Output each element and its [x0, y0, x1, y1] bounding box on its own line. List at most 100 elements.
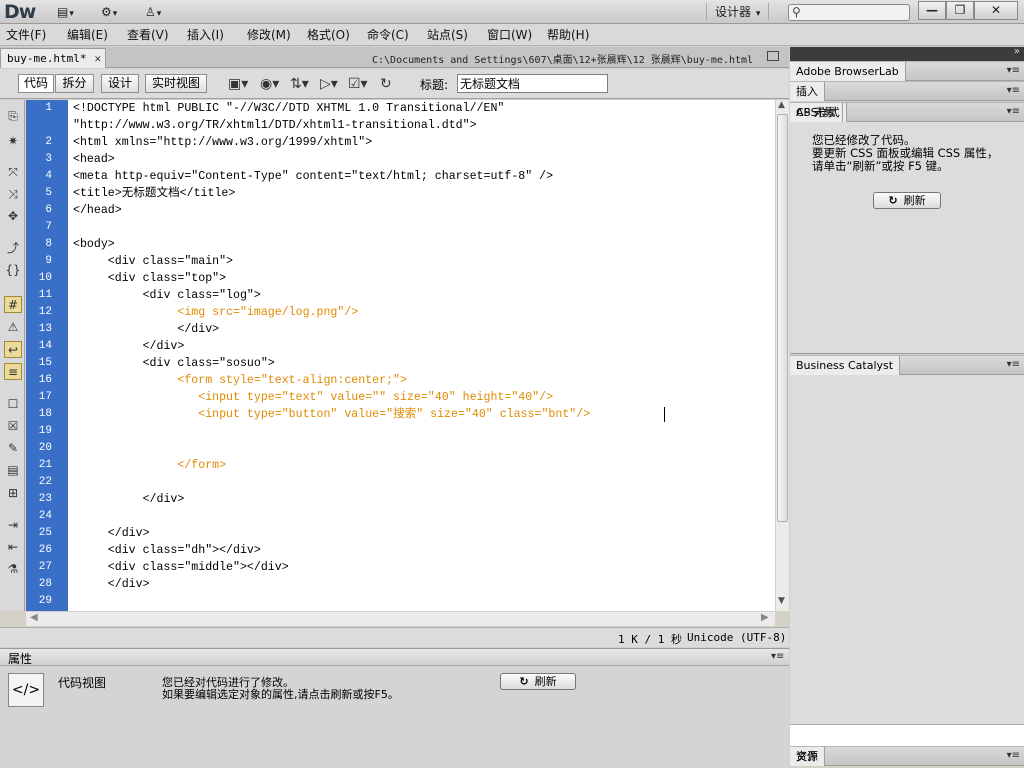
properties-panel-header[interactable]: 属性 ▾≡	[0, 648, 789, 666]
code-line[interactable]: <head>	[73, 151, 115, 168]
menu-modify[interactable]: 修改(M)	[247, 27, 291, 43]
insert-panel-header[interactable]: 插入 ▾≡	[790, 81, 1024, 101]
w3c-validation-icon[interactable]: ▷▾	[320, 75, 338, 93]
show-code-navigator-icon[interactable]: ✷	[4, 133, 22, 150]
menu-site[interactable]: 站点(S)	[427, 27, 468, 43]
code-line[interactable]: "http://www.w3.org/TR/xhtml1/DTD/xhtml1-…	[73, 117, 477, 134]
open-documents-icon[interactable]: ⎘	[4, 108, 22, 125]
collapse-full-tag-icon[interactable]: ⤧	[4, 164, 22, 181]
panel-menu-icon[interactable]: ▾≡	[771, 651, 784, 662]
tab-assets[interactable]: 资源	[790, 747, 825, 766]
collapse-selection-icon[interactable]: ⤨	[4, 186, 22, 203]
close-tab-icon[interactable]: ✕	[94, 52, 101, 65]
remove-comment-icon[interactable]: ☒	[4, 418, 22, 435]
tab-ap-elements[interactable]: AP 元素	[790, 103, 843, 122]
preview-browser-icon[interactable]: ◉▾	[260, 75, 279, 93]
panel-menu-icon[interactable]: ▾≡	[1007, 106, 1020, 117]
code-line[interactable]: <div class="sosuo">	[73, 355, 275, 372]
restore-window-icon[interactable]	[767, 51, 779, 61]
tab-insert[interactable]: 插入	[790, 82, 825, 101]
code-line[interactable]: <div class="top">	[73, 270, 226, 287]
refresh-icon[interactable]: ↻	[380, 75, 392, 93]
code-editor[interactable]: <!DOCTYPE html PUBLIC "-//W3C//DTD XHTML…	[68, 100, 775, 611]
vertical-scrollbar[interactable]: ▲ ▼	[775, 100, 789, 611]
code-line[interactable]: <div class="middle"></div>	[73, 559, 289, 576]
panel-menu-icon[interactable]: ▾≡	[1007, 359, 1020, 370]
code-line[interactable]: <html xmlns="http://www.w3.org/1999/xhtm…	[73, 134, 372, 151]
file-management-icon[interactable]: ⇅▾	[290, 75, 309, 93]
extend-dreamweaver-button[interactable]: ⚙▾	[101, 4, 117, 21]
code-line[interactable]: </div>	[73, 491, 185, 508]
horizontal-scrollbar[interactable]: ◀ ▶	[26, 611, 775, 626]
menu-view[interactable]: 查看(V)	[127, 27, 169, 43]
balance-braces-icon[interactable]: {}	[4, 262, 22, 279]
select-parent-tag-icon[interactable]: ⤴	[4, 240, 22, 257]
live-view-button[interactable]: 实时视图	[145, 74, 207, 93]
menu-insert[interactable]: 插入(I)	[187, 27, 224, 43]
code-line[interactable]: <body>	[73, 236, 115, 253]
highlight-invalid-code-icon[interactable]: ⚠	[4, 319, 22, 336]
code-line[interactable]: <!DOCTYPE html PUBLIC "-//W3C//DTD XHTML…	[73, 100, 504, 117]
business-catalyst-panel-header[interactable]: Business Catalyst ▾≡	[790, 355, 1024, 375]
code-line[interactable]: </div>	[73, 338, 185, 355]
menu-window[interactable]: 窗口(W)	[487, 27, 532, 43]
split-view-button[interactable]: 拆分	[55, 74, 94, 93]
code-line[interactable]: </div>	[73, 321, 219, 338]
panel-menu-icon[interactable]: ▾≡	[1007, 750, 1020, 761]
maximize-button[interactable]: ❐	[946, 1, 974, 20]
recent-snippets-icon[interactable]: ▤	[4, 462, 22, 479]
apply-comment-icon[interactable]: ☐	[4, 396, 22, 413]
design-view-button[interactable]: 设计	[101, 74, 139, 93]
menu-edit[interactable]: 编辑(E)	[67, 27, 108, 43]
line-numbers-icon[interactable]: #	[4, 296, 22, 313]
indent-code-icon[interactable]: ⇥	[4, 517, 22, 534]
help-search-input[interactable]: ⚲	[788, 4, 910, 21]
panel-menu-icon[interactable]: ▾≡	[1007, 65, 1020, 76]
panel-menu-icon[interactable]: ▾≡	[1007, 85, 1020, 96]
code-line[interactable]: <div class="log">	[73, 287, 261, 304]
word-wrap-icon[interactable]: ↩	[4, 341, 22, 358]
document-tab[interactable]: buy-me.html* ✕	[0, 48, 107, 68]
properties-refresh-button[interactable]: ↻ 刷新	[500, 673, 576, 690]
multiscreen-icon[interactable]: ▣▾	[228, 75, 248, 93]
code-line[interactable]: <form style="text-align:center;">	[73, 372, 407, 389]
collapse-panels-icon[interactable]: »	[1014, 46, 1020, 57]
move-css-icon[interactable]: ⊞	[4, 485, 22, 502]
code-line[interactable]: </div>	[73, 576, 150, 593]
tab-business-catalyst[interactable]: Business Catalyst	[790, 356, 901, 375]
browserlab-panel-header[interactable]: Adobe BrowserLab ▾≡	[790, 61, 1024, 81]
code-line[interactable]: <div class="dh"></div>	[73, 542, 261, 559]
code-line[interactable]: </form>	[73, 457, 226, 474]
menu-format[interactable]: 格式(O)	[307, 27, 350, 43]
code-line[interactable]: </div>	[73, 525, 150, 542]
scroll-down-icon[interactable]: ▼	[778, 596, 785, 606]
scroll-left-icon[interactable]: ◀	[30, 612, 38, 623]
site-menu-button[interactable]: ♙▾	[145, 4, 161, 21]
close-button[interactable]: ✕	[974, 1, 1018, 20]
outdent-code-icon[interactable]: ⇤	[4, 539, 22, 556]
menu-file[interactable]: 文件(F)	[6, 27, 46, 43]
code-line[interactable]: <input type="text" value="" size="40" he…	[73, 389, 553, 406]
menu-commands[interactable]: 命令(C)	[367, 27, 409, 43]
tab-browserlab[interactable]: Adobe BrowserLab	[790, 62, 906, 81]
code-line[interactable]: <div class="main">	[73, 253, 233, 270]
menu-help[interactable]: 帮助(H)	[547, 27, 589, 43]
scroll-right-icon[interactable]: ▶	[761, 612, 769, 623]
scroll-up-icon[interactable]: ▲	[778, 100, 785, 110]
syntax-coloring-icon[interactable]: ≡	[4, 363, 22, 380]
code-line[interactable]: <title>无标题文档</title>	[73, 185, 235, 202]
scrollbar-thumb[interactable]	[777, 114, 788, 522]
code-line[interactable]: <input type="button" value="搜索" size="40…	[73, 406, 590, 423]
title-field[interactable]	[457, 74, 608, 93]
css-refresh-button[interactable]: ↻ 刷新	[873, 192, 941, 209]
layout-menu-button[interactable]: ▤▾	[57, 4, 74, 21]
code-line[interactable]: <meta http-equiv="Content-Type" content=…	[73, 168, 553, 185]
expand-all-icon[interactable]: ✥	[4, 208, 22, 225]
code-view-button[interactable]: 代码	[18, 74, 54, 93]
check-browser-compat-icon[interactable]: ☑▾	[348, 75, 368, 93]
code-line[interactable]: </head>	[73, 202, 122, 219]
wrap-tag-icon[interactable]: ✎	[4, 440, 22, 457]
format-source-icon[interactable]: ⚗	[4, 561, 22, 578]
minimize-button[interactable]: —	[918, 1, 946, 20]
workspace-switcher[interactable]: 设计器 ▾	[706, 3, 770, 21]
